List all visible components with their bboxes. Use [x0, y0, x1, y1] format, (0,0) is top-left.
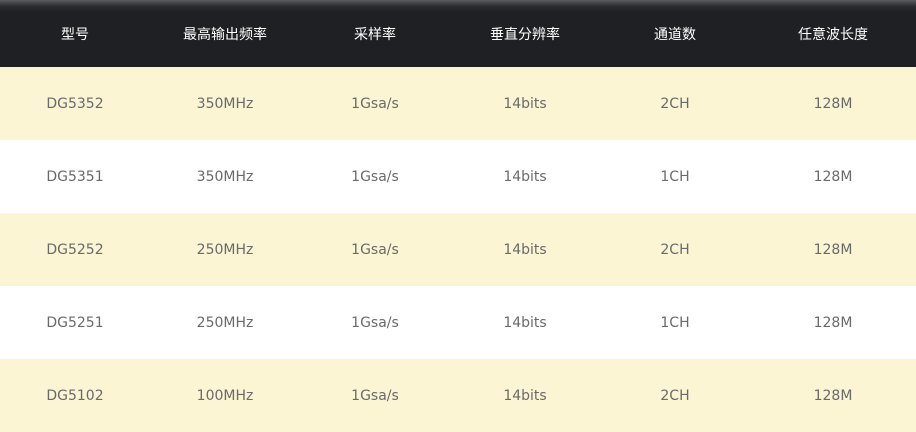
cell-sample-rate: 1Gsa/s	[300, 213, 450, 286]
cell-model: DG5102	[0, 359, 150, 432]
cell-sample-rate: 1Gsa/s	[300, 286, 450, 359]
cell-channels: 2CH	[600, 213, 750, 286]
header-channels: 通道数	[600, 0, 750, 67]
cell-channels: 2CH	[600, 67, 750, 140]
cell-sample-rate: 1Gsa/s	[300, 67, 450, 140]
cell-vertical-resolution: 14bits	[450, 359, 600, 432]
cell-max-output-frequency: 350MHz	[150, 67, 300, 140]
cell-vertical-resolution: 14bits	[450, 286, 600, 359]
cell-arbitrary-waveform-length: 128M	[750, 359, 916, 432]
table-row: DG5251 250MHz 1Gsa/s 14bits 1CH 128M	[0, 286, 916, 359]
cell-arbitrary-waveform-length: 128M	[750, 213, 916, 286]
cell-channels: 1CH	[600, 140, 750, 213]
cell-max-output-frequency: 100MHz	[150, 359, 300, 432]
cell-max-output-frequency: 250MHz	[150, 286, 300, 359]
table-row: DG5252 250MHz 1Gsa/s 14bits 2CH 128M	[0, 213, 916, 286]
cell-arbitrary-waveform-length: 128M	[750, 286, 916, 359]
cell-vertical-resolution: 14bits	[450, 140, 600, 213]
header-arbitrary-waveform-length: 任意波长度	[750, 0, 916, 67]
cell-sample-rate: 1Gsa/s	[300, 359, 450, 432]
cell-max-output-frequency: 350MHz	[150, 140, 300, 213]
cell-model: DG5252	[0, 213, 150, 286]
cell-model: DG5351	[0, 140, 150, 213]
cell-arbitrary-waveform-length: 128M	[750, 67, 916, 140]
cell-max-output-frequency: 250MHz	[150, 213, 300, 286]
spec-table: 型号 最高输出频率 采样率 垂直分辨率 通道数 任意波长度 DG5352 350…	[0, 0, 916, 432]
cell-channels: 1CH	[600, 286, 750, 359]
header-max-output-frequency: 最高输出频率	[150, 0, 300, 67]
cell-vertical-resolution: 14bits	[450, 67, 600, 140]
cell-sample-rate: 1Gsa/s	[300, 140, 450, 213]
cell-model: DG5352	[0, 67, 150, 140]
header-model: 型号	[0, 0, 150, 67]
cell-vertical-resolution: 14bits	[450, 213, 600, 286]
table-row: DG5351 350MHz 1Gsa/s 14bits 1CH 128M	[0, 140, 916, 213]
cell-model: DG5251	[0, 286, 150, 359]
table-header-row: 型号 最高输出频率 采样率 垂直分辨率 通道数 任意波长度	[0, 0, 916, 67]
header-sample-rate: 采样率	[300, 0, 450, 67]
header-vertical-resolution: 垂直分辨率	[450, 0, 600, 67]
cell-arbitrary-waveform-length: 128M	[750, 140, 916, 213]
table-row: DG5102 100MHz 1Gsa/s 14bits 2CH 128M	[0, 359, 916, 432]
table-row: DG5352 350MHz 1Gsa/s 14bits 2CH 128M	[0, 67, 916, 140]
cell-channels: 2CH	[600, 359, 750, 432]
